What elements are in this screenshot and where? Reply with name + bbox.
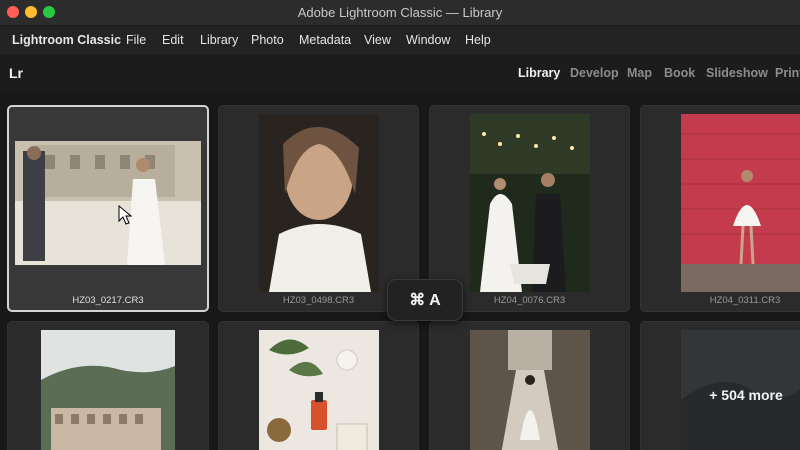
grid-cell[interactable] — [218, 321, 419, 450]
menu-app[interactable]: Lightroom Classic — [12, 33, 121, 47]
photo-thumbnail[interactable] — [15, 141, 201, 265]
module-slideshow[interactable]: Slideshow — [706, 66, 768, 80]
window-title: Adobe Lightroom Classic — Library — [297, 5, 503, 20]
menu-photo[interactable]: Photo — [251, 33, 284, 47]
menu-library[interactable]: Library — [200, 33, 238, 47]
menu-metadata[interactable]: Metadata — [299, 33, 351, 47]
photo-thumbnail[interactable]: + 504 more — [681, 330, 800, 450]
photo-thumbnail[interactable] — [470, 114, 590, 292]
more-photos-label[interactable]: + 504 more — [681, 330, 800, 450]
grid-cell[interactable] — [429, 321, 630, 450]
menu-file[interactable]: File — [126, 33, 146, 47]
menu-help[interactable]: Help — [465, 33, 491, 47]
photo-thumbnail[interactable] — [470, 330, 590, 450]
mouse-pointer-icon — [118, 205, 132, 225]
module-map[interactable]: Map — [627, 66, 652, 80]
module-picker: Lr Library Develop Map Book Slideshow Pr… — [0, 54, 800, 93]
keyboard-shortcut-overlay: ⌘ A — [387, 279, 463, 321]
photo-grid: HZ03_0217.CR3 HZ03_0498.CR3 HZ04_0076.CR… — [0, 92, 800, 450]
menu-view[interactable]: View — [364, 33, 391, 47]
menu-window[interactable]: Window — [406, 33, 450, 47]
grid-cell[interactable] — [7, 321, 209, 450]
photo-thumbnail[interactable] — [681, 114, 800, 292]
lr-logo: Lr — [9, 65, 23, 81]
window-titlebar: Adobe Lightroom Classic — Library — [0, 0, 800, 26]
grid-cell[interactable]: HZ03_0217.CR3 — [7, 105, 209, 312]
menu-edit[interactable]: Edit — [162, 33, 184, 47]
photo-thumbnail[interactable] — [259, 330, 379, 450]
photo-filename: HZ03_0217.CR3 — [72, 295, 144, 306]
module-book[interactable]: Book — [664, 66, 695, 80]
photo-thumbnail[interactable] — [41, 330, 175, 450]
grid-cell[interactable]: + 504 more — [640, 321, 800, 450]
photo-thumbnail[interactable] — [259, 114, 379, 292]
grid-cell[interactable]: HZ04_0311.CR3 — [640, 105, 800, 312]
module-print[interactable]: Print — [775, 66, 800, 80]
menu-bar: Lightroom Classic File Edit Library Phot… — [0, 26, 800, 54]
photo-filename: HZ04_0311.CR3 — [709, 295, 781, 306]
module-develop[interactable]: Develop — [570, 66, 619, 80]
module-library[interactable]: Library — [518, 66, 560, 80]
